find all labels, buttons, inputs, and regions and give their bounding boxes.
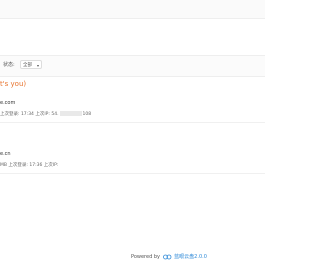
last-ip-label: 上次IP: 54. bbox=[35, 112, 59, 117]
brand-link[interactable]: 蓝眼云盘2.0.0 bbox=[174, 254, 207, 260]
footer-powered-by: Powered by 蓝眼云盘2.0.0 bbox=[131, 253, 207, 260]
last-login: MB 上次登录: 17:36 bbox=[0, 163, 43, 168]
status-filter-label: 状态: bbox=[3, 62, 15, 68]
user-meta: 上次登录: 17:34 上次IP: 54. 108 bbox=[0, 111, 91, 117]
top-bar bbox=[0, 0, 265, 19]
user-meta: MB 上次登录: 17:36 上次IP: bbox=[0, 162, 58, 168]
last-ip-label: 上次IP: bbox=[43, 163, 59, 168]
row-divider bbox=[0, 122, 265, 123]
status-select-value: 全部 bbox=[23, 63, 32, 68]
caret-down-icon bbox=[37, 64, 39, 67]
redacted-ip bbox=[59, 111, 82, 116]
user-email[interactable]: e.com bbox=[0, 100, 15, 106]
row-divider bbox=[0, 173, 265, 174]
status-select[interactable]: 全部 bbox=[20, 60, 42, 69]
powered-by-text: Powered by bbox=[131, 254, 160, 260]
last-login: 上次登录: 17:34 bbox=[0, 112, 34, 117]
user-email[interactable]: e.cn bbox=[0, 151, 11, 157]
last-ip-suffix: 108 bbox=[82, 112, 92, 117]
current-user-label: t's you) bbox=[0, 80, 27, 88]
cloud-logo-icon bbox=[162, 254, 171, 259]
